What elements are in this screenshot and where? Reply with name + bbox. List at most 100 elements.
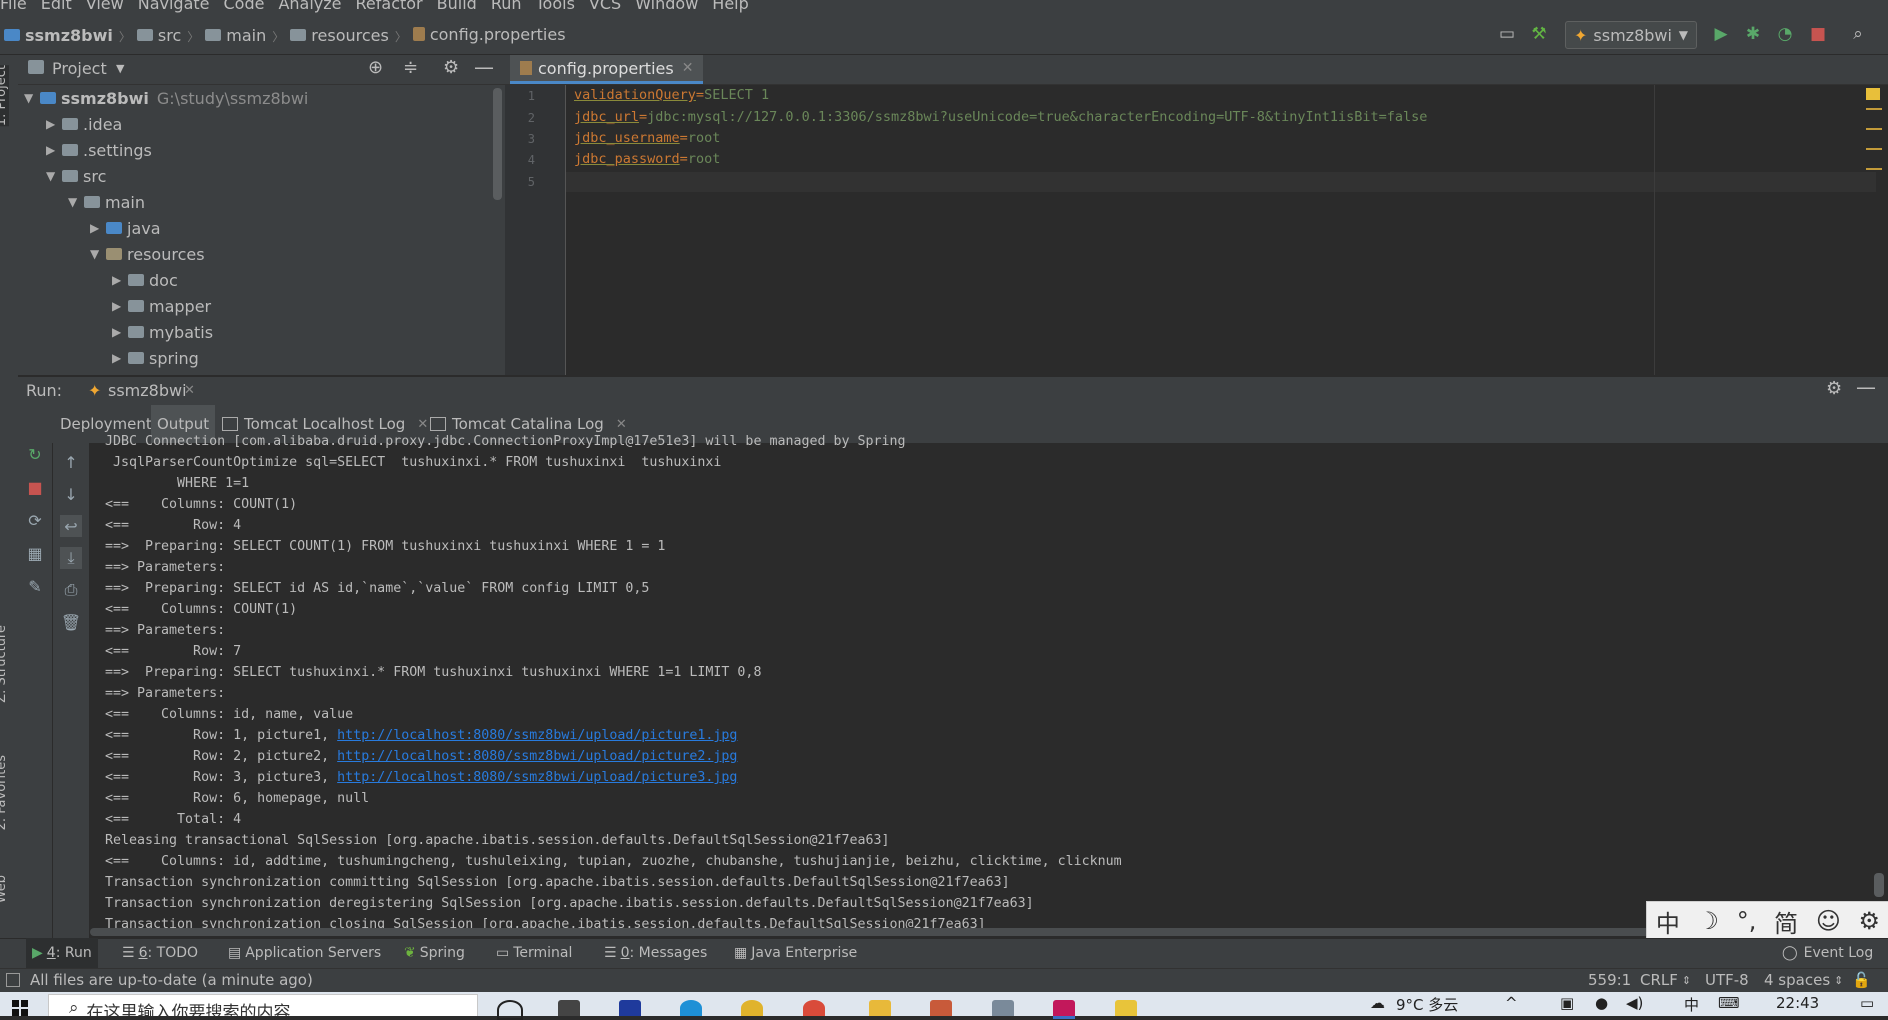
app-icon[interactable] — [992, 1000, 1014, 1016]
edge-browser-icon[interactable] — [680, 1000, 702, 1016]
close-icon[interactable]: ✕ — [616, 417, 627, 432]
soft-wrap-icon[interactable]: ↩ — [60, 515, 82, 537]
stop-icon[interactable]: ■ — [1806, 22, 1830, 46]
ime-indicator[interactable]: 中 — [1684, 994, 1699, 1015]
emoji-icon[interactable]: ☺ — [1816, 907, 1841, 935]
menu-view[interactable]: View — [86, 0, 124, 13]
weather-text[interactable]: 9°C 多云 — [1396, 994, 1458, 1015]
locate-icon[interactable]: ⊕ — [368, 57, 383, 78]
debug-icon[interactable]: ✱ — [1741, 22, 1765, 46]
breadcrumb-item[interactable]: src — [136, 15, 181, 55]
project-tool-button[interactable]: 1: Project — [0, 65, 9, 127]
code-line[interactable]: validationQuery=SELECT 1 — [574, 87, 769, 103]
tree-item-mapper[interactable]: ▶ mapper — [112, 293, 211, 319]
file-encoding[interactable]: UTF-8 — [1705, 968, 1749, 992]
menu-refactor[interactable]: Refactor — [356, 0, 423, 13]
keyboard-icon[interactable]: ⌨ — [1718, 994, 1740, 1012]
punctuation-icon[interactable]: °, — [1737, 907, 1757, 935]
rerun-icon[interactable]: ↻ — [24, 443, 46, 465]
minimize-icon[interactable]: — — [474, 55, 494, 79]
minimize-icon[interactable]: — — [1856, 375, 1876, 399]
clock-time[interactable]: 22:43 — [1776, 994, 1819, 1012]
tree-item-doc[interactable]: ▶ doc — [112, 267, 178, 293]
tool-tab-spring[interactable]: ❦ Spring — [398, 938, 471, 968]
breadcrumb-item[interactable]: config.properties — [412, 14, 566, 54]
app-icon[interactable] — [930, 1000, 952, 1016]
tool-tab-application-servers[interactable]: ▤ Application Servers — [222, 938, 387, 968]
run-icon[interactable]: ▶ — [1709, 22, 1733, 46]
editor-tab-config-properties[interactable]: config.properties ✕ — [510, 55, 704, 84]
chevron-up-icon[interactable]: ^ — [1505, 994, 1518, 1012]
print-icon[interactable]: ⎙ — [60, 579, 82, 601]
favorites-tool-button[interactable]: 2: Favorites — [0, 755, 9, 831]
run-configuration-select[interactable]: ✦ ssmz8bwi ▼ — [1565, 21, 1697, 49]
menu-window[interactable]: Window — [635, 0, 698, 13]
volume-icon[interactable]: ◀) — [1626, 994, 1643, 1012]
intellij-idea-icon[interactable] — [1053, 1000, 1075, 1019]
moon-icon[interactable]: ☽ — [1698, 907, 1720, 935]
error-stripe-mark[interactable] — [1866, 128, 1882, 130]
close-icon[interactable]: ✕ — [184, 383, 195, 398]
console-scrollbar[interactable] — [1874, 873, 1884, 897]
menu-build[interactable]: Build — [437, 0, 477, 13]
project-scrollbar[interactable] — [493, 88, 502, 200]
folder-icon[interactable] — [1115, 1000, 1137, 1016]
ime-chinese-mode[interactable]: 中 — [1656, 904, 1680, 939]
breadcrumb-item[interactable]: ssmz8bwi — [4, 15, 113, 55]
task-view-icon[interactable] — [497, 1000, 523, 1020]
error-stripe-mark[interactable] — [1866, 108, 1882, 110]
code-line[interactable]: jdbc_url=jdbc:mysql://127.0.0.1:3306/ssm… — [574, 109, 1427, 125]
tree-item-main[interactable]: ▼ main — [68, 189, 145, 215]
tool-tab-run[interactable]: ▶ 4: Run — [26, 938, 98, 968]
coverage-icon[interactable]: ◔ — [1773, 22, 1797, 46]
warning-indicator-icon[interactable] — [1866, 88, 1880, 100]
menu-vcs[interactable]: VCS — [589, 0, 621, 13]
breadcrumb-item[interactable]: resources — [290, 15, 389, 55]
stop-icon[interactable]: ■ — [24, 476, 46, 498]
weather-icon[interactable]: ☁ — [1370, 994, 1385, 1012]
breadcrumb-item[interactable]: main — [205, 15, 266, 55]
structure-tool-button[interactable]: Z: Structure — [0, 625, 9, 703]
tree-item-root[interactable]: ▼ ssmz8bwi G:\study\ssmz8bwi — [24, 85, 308, 111]
browser-icon[interactable] — [803, 1000, 825, 1016]
console-link[interactable]: http://localhost:8080/ssmz8bwi/upload/pi… — [337, 749, 737, 764]
chevron-down-icon[interactable]: ▼ — [116, 62, 124, 75]
file-explorer-icon[interactable] — [869, 1000, 891, 1016]
tree-item-src[interactable]: ▼ src — [46, 163, 106, 189]
arrow-up-icon[interactable]: ↑ — [60, 451, 82, 473]
windows-start-icon[interactable] — [12, 1000, 28, 1016]
web-tool-button[interactable]: Web — [0, 875, 9, 903]
taskbar-search-input[interactable]: ⌕ 在这里输入你要搜索的内容 — [48, 994, 478, 1016]
line-separator[interactable]: CRLF ⇕ — [1640, 968, 1691, 992]
arrow-down-icon[interactable]: ↓ — [60, 483, 82, 505]
layout-icon[interactable]: ▦ — [24, 542, 46, 564]
menu-code[interactable]: Code — [224, 0, 265, 13]
qq-icon[interactable]: ● — [1595, 994, 1608, 1012]
search-icon[interactable]: ⌕ — [1846, 22, 1870, 46]
trash-icon[interactable]: 🗑 — [60, 611, 82, 633]
error-stripe-mark[interactable] — [1866, 148, 1882, 150]
build-hammer-icon[interactable]: ⚒ — [1527, 22, 1551, 46]
gear-icon[interactable]: ⚙ — [1859, 907, 1881, 935]
notification-icon[interactable]: ▭ — [1860, 994, 1874, 1012]
code-line[interactable]: jdbc_password=root — [574, 151, 720, 167]
menu-file[interactable]: File — [0, 0, 27, 13]
layout-icon[interactable]: ▭ — [1495, 22, 1519, 46]
console-link[interactable]: http://localhost:8080/ssmz8bwi/upload/pi… — [337, 728, 737, 743]
indent-setting[interactable]: 4 spaces ⇕ — [1764, 968, 1843, 992]
app-icon[interactable] — [619, 1000, 641, 1016]
menu-navigate[interactable]: Navigate — [138, 0, 210, 13]
tree-item-java[interactable]: ▶ java — [90, 215, 161, 241]
pin-icon[interactable]: ✎ — [24, 575, 46, 597]
tool-tab-event-log[interactable]: ◯ Event Log — [1776, 938, 1879, 968]
taskview-icon[interactable] — [558, 1000, 580, 1016]
console-link[interactable]: http://localhost:8080/ssmz8bwi/upload/pi… — [337, 770, 737, 785]
tree-item-spring[interactable]: ▶ spring — [112, 345, 199, 371]
tree-item-resources[interactable]: ▼ resources — [90, 241, 205, 267]
update-icon[interactable]: ⟳ — [24, 509, 46, 531]
tool-tab-messages[interactable]: ☰ 0: Messages — [598, 938, 713, 968]
scroll-to-end-icon[interactable]: ⤓ — [60, 547, 82, 569]
caret-position[interactable]: 559:1 — [1588, 968, 1631, 992]
tool-tab-java-enterprise[interactable]: ▦ Java Enterprise — [728, 938, 863, 968]
collapse-all-icon[interactable]: ≑ — [403, 57, 418, 78]
